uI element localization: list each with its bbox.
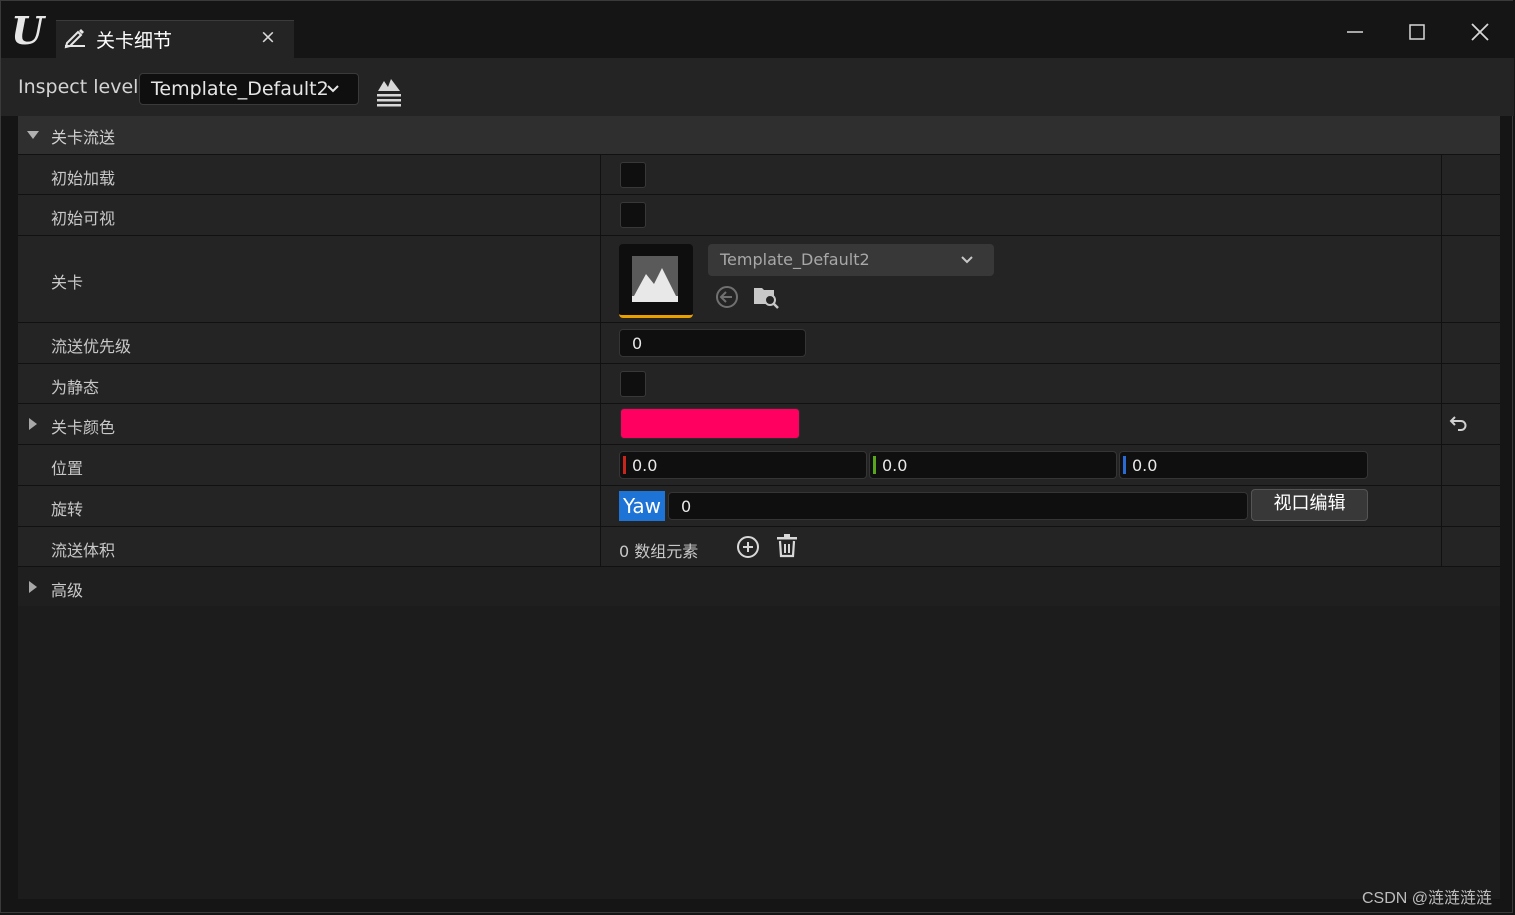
column-divider[interactable]: [600, 323, 601, 363]
initially-loaded-checkbox[interactable]: [620, 162, 646, 188]
details-panel: 关卡流送 初始加载 初始可视 关卡 Template_Default2 流送优先…: [18, 116, 1500, 899]
position-y-value: 0.0: [882, 456, 908, 475]
property-label: 关卡: [51, 273, 84, 292]
position-x-field[interactable]: 0.0: [619, 451, 867, 479]
property-label: 流送优先级: [51, 337, 132, 356]
position-y-field[interactable]: 0.0: [869, 451, 1117, 479]
streaming-priority-value: 0: [632, 334, 643, 353]
streaming-priority-field[interactable]: 0: [619, 329, 806, 357]
property-row-initially-visible: 初始可视: [18, 194, 1500, 235]
triangle-down-icon: [27, 131, 39, 139]
column-divider: [1441, 155, 1442, 194]
column-divider: [1441, 364, 1442, 403]
watermark-text: CSDN @涟涟涟涟: [1362, 890, 1493, 907]
position-z-field[interactable]: 0.0: [1119, 451, 1368, 479]
property-row-streaming-priority: 流送优先级 0: [18, 322, 1500, 363]
column-divider: [1441, 445, 1442, 485]
property-label: 为静态: [51, 378, 100, 397]
inspect-level-label: Inspect level:: [18, 76, 145, 98]
inspect-level-dropdown[interactable]: Template_Default2: [139, 73, 359, 105]
column-divider[interactable]: [600, 195, 601, 235]
column-divider[interactable]: [600, 404, 601, 444]
add-element-icon[interactable]: [736, 535, 760, 559]
x-axis-marker: [623, 456, 626, 474]
level-asset-name: Template_Default2: [720, 250, 870, 269]
position-x-value: 0.0: [632, 456, 658, 475]
level-asset-thumbnail[interactable]: [619, 244, 693, 318]
property-label: 关卡颜色: [51, 418, 116, 437]
column-divider[interactable]: [600, 236, 601, 322]
chevron-down-icon: [961, 256, 973, 264]
category-advanced[interactable]: 高级: [18, 566, 1500, 606]
column-divider: [1441, 195, 1442, 235]
property-label: 初始加载: [51, 169, 116, 188]
z-axis-marker: [1123, 456, 1126, 474]
property-row-initially-loaded: 初始加载: [18, 154, 1500, 194]
column-divider[interactable]: [600, 527, 601, 566]
level-details-window: U 关卡细节 × Inspect level: Template_Default…: [0, 0, 1514, 913]
reset-to-default-icon[interactable]: [1448, 414, 1468, 432]
category-label: 关卡流送: [51, 128, 116, 147]
property-label: 旋转: [51, 500, 84, 519]
property-label: 流送体积: [51, 541, 116, 560]
position-z-value: 0.0: [1132, 456, 1158, 475]
initially-visible-checkbox[interactable]: [620, 202, 646, 228]
viewport-edit-button[interactable]: 视口编辑: [1251, 489, 1368, 521]
maximize-icon[interactable]: [1402, 17, 1432, 47]
level-asset-icon: [632, 256, 678, 302]
property-label: 位置: [51, 459, 84, 478]
level-asset-dropdown[interactable]: Template_Default2: [708, 244, 994, 276]
level-color-swatch[interactable]: [620, 408, 800, 439]
category-label: 高级: [51, 581, 84, 600]
tab-title: 关卡细节: [96, 30, 173, 52]
triangle-right-icon[interactable]: [28, 417, 38, 431]
browse-asset-icon[interactable]: [752, 282, 780, 310]
edit-pencil-icon: [64, 29, 85, 49]
y-axis-marker: [873, 456, 876, 474]
property-label: 初始可视: [51, 209, 116, 228]
column-divider[interactable]: [600, 155, 601, 194]
column-divider: [1441, 236, 1442, 322]
inspect-level-value: Template_Default2: [151, 78, 329, 100]
chevron-down-icon: [327, 85, 339, 93]
column-divider: [1441, 323, 1442, 363]
rotation-yaw-field[interactable]: 0: [668, 492, 1248, 520]
triangle-right-icon: [29, 581, 37, 593]
empty-panel-area: [18, 606, 1500, 899]
category-level-streaming[interactable]: 关卡流送: [18, 116, 1500, 154]
column-divider[interactable]: [600, 445, 601, 485]
yaw-axis-label: Yaw: [619, 491, 665, 521]
property-row-rotation: 旋转 Yaw 0 视口编辑: [18, 485, 1500, 526]
property-row-position: 位置 0.0 0.0 0.0: [18, 444, 1500, 485]
property-row-level-color: 关卡颜色: [18, 403, 1500, 444]
use-selected-asset-icon[interactable]: [714, 284, 740, 310]
property-row-streaming-volumes: 流送体积 0 数组元素: [18, 526, 1500, 566]
property-row-is-static: 为静态: [18, 363, 1500, 403]
rotation-yaw-value: 0: [681, 497, 692, 516]
close-icon[interactable]: [1465, 17, 1495, 47]
inspect-level-bar: Inspect level: Template_Default2: [1, 58, 1514, 116]
column-divider[interactable]: [600, 364, 601, 403]
minimize-icon[interactable]: [1340, 17, 1370, 47]
unreal-logo-icon: U: [11, 8, 45, 53]
column-divider: [1441, 486, 1442, 526]
tab-level-details[interactable]: 关卡细节 ×: [56, 20, 294, 58]
delete-all-icon[interactable]: [776, 534, 798, 558]
title-bar: U 关卡细节 ×: [1, 1, 1514, 58]
column-divider: [1441, 527, 1442, 566]
column-divider[interactable]: [600, 486, 601, 526]
level-map-icon[interactable]: [373, 75, 405, 107]
is-static-checkbox[interactable]: [620, 371, 646, 397]
column-divider: [1441, 404, 1442, 444]
array-element-count: 0 数组元素: [619, 542, 699, 561]
property-row-level: 关卡 Template_Default2: [18, 235, 1500, 322]
tab-close-icon[interactable]: ×: [260, 26, 276, 48]
